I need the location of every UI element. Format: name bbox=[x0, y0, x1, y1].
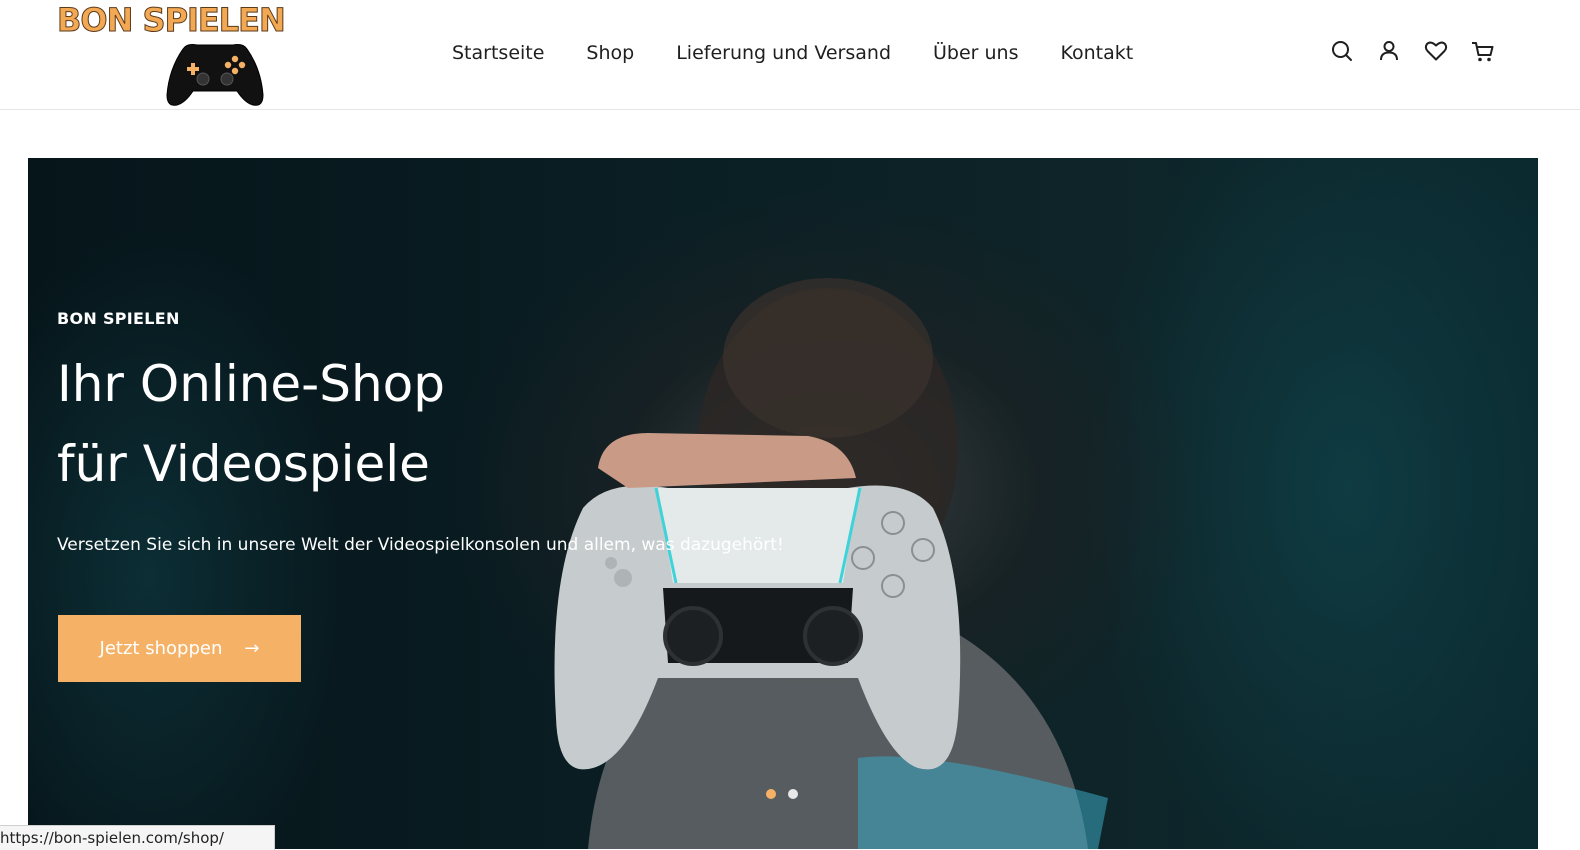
nav-item-kontakt[interactable]: Kontakt bbox=[1061, 38, 1134, 68]
nav-item-startseite[interactable]: Startseite bbox=[452, 38, 544, 68]
gamepad-logo-icon bbox=[166, 44, 264, 106]
slider-dot-1[interactable] bbox=[766, 789, 776, 799]
arrow-right-icon: → bbox=[244, 638, 260, 659]
cart-icon[interactable] bbox=[1469, 37, 1497, 65]
nav-item-ueber-uns[interactable]: Über uns bbox=[933, 38, 1019, 68]
site-header: BON SPIELEN Startseite Shop Lieferung un… bbox=[0, 0, 1580, 110]
account-icon[interactable] bbox=[1375, 37, 1403, 65]
shop-now-label: Jetzt shoppen bbox=[99, 638, 223, 659]
nav-item-lieferung[interactable]: Lieferung und Versand bbox=[676, 38, 891, 68]
hero-title-line-1: Ihr Online-Shop bbox=[57, 355, 445, 413]
wishlist-heart-icon[interactable] bbox=[1422, 37, 1450, 65]
slider-pagination bbox=[766, 789, 810, 799]
header-actions bbox=[1328, 37, 1516, 65]
shop-now-button[interactable]: Jetzt shoppen → bbox=[58, 615, 301, 682]
main-navigation: Startseite Shop Lieferung und Versand Üb… bbox=[452, 38, 1175, 68]
hero-subtitle: Versetzen Sie sich in unsere Welt der Vi… bbox=[57, 535, 784, 555]
hero-kicker: BON SPIELEN bbox=[57, 309, 180, 328]
slider-dot-2[interactable] bbox=[788, 789, 798, 799]
nav-item-shop[interactable]: Shop bbox=[586, 38, 634, 68]
search-icon[interactable] bbox=[1328, 37, 1356, 65]
site-logo[interactable]: BON SPIELEN bbox=[57, 1, 287, 106]
browser-status-url: https://bon-spielen.com/shop/ bbox=[0, 825, 275, 850]
hero-slider: BON SPIELEN Ihr Online-Shop für Videospi… bbox=[28, 158, 1538, 849]
hero-title: Ihr Online-Shop für Videospiele bbox=[57, 344, 757, 504]
hero-title-line-2: für Videospiele bbox=[57, 435, 430, 493]
logo-wordmark: BON SPIELEN bbox=[57, 1, 287, 39]
